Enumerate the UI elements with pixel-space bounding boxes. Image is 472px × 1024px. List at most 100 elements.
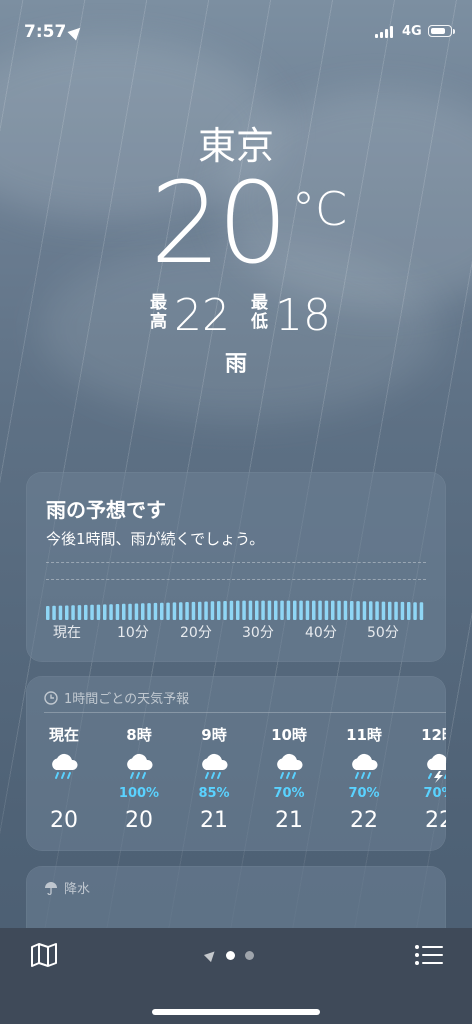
hour-label: 11時	[346, 726, 382, 744]
minute-precip-bar	[65, 605, 69, 620]
temperature-unit: °C	[292, 182, 348, 236]
minute-precip-bar	[103, 604, 107, 620]
thunderstorm-icon	[409, 750, 446, 786]
hourly-scroll[interactable]: 現在 20 8時 100% 20 9時 85% 21 10時 70% 21 11…	[26, 724, 446, 844]
minute-precip-bar	[394, 601, 398, 620]
minute-precip-bar	[324, 600, 329, 620]
minute-precip-bar	[229, 600, 234, 620]
hour-item: 9時 85% 21	[184, 724, 244, 833]
page-indicator[interactable]	[203, 947, 254, 963]
minute-precip-bar	[90, 604, 94, 620]
hourly-header: 1時間ごとの天気予報	[44, 688, 189, 707]
minute-precip-bar	[407, 602, 411, 620]
weather-condition: 雨	[224, 352, 247, 377]
chart-gridline	[46, 562, 426, 563]
minute-precip-bar	[134, 603, 139, 620]
hour-temp: 20	[125, 808, 153, 833]
minute-precip-bar	[179, 602, 183, 620]
hour-label: 12時	[421, 726, 446, 744]
tick-label: 40分	[305, 625, 337, 641]
minute-precip-bar	[350, 601, 354, 620]
hour-temp: 20	[50, 808, 78, 833]
minute-precip-bar	[191, 601, 196, 620]
precip-chance: 85%	[198, 786, 230, 801]
tick-label: 30分	[242, 625, 274, 641]
page-dot	[226, 950, 235, 960]
precipitation-header: 降水	[44, 878, 90, 897]
minute-precip-bar	[122, 603, 126, 620]
high-label: 最高	[150, 293, 167, 332]
minute-precip-bar	[280, 600, 284, 620]
hourly-header-label: 1時間ごとの天気予報	[64, 692, 190, 707]
minute-precip-bar	[223, 601, 227, 620]
minute-precip-bar	[312, 600, 316, 620]
hour-label: 9時	[201, 726, 227, 744]
low-temperature: 18	[275, 290, 331, 341]
rain-cloud-icon	[259, 750, 319, 786]
precip-chance: 70%	[273, 786, 305, 801]
precip-chance: 100%	[118, 786, 160, 801]
tick-label: 50分	[367, 625, 399, 641]
status-bar: 7:57 4G	[0, 0, 472, 64]
current-location-icon	[203, 947, 219, 963]
hour-item: 11時 70% 22	[334, 724, 394, 833]
high-temperature: 22	[174, 290, 230, 341]
hour-temp: 21	[275, 808, 303, 833]
status-time: 7:57	[24, 22, 67, 42]
minute-precip-bar	[204, 601, 208, 620]
hourly-forecast-card[interactable]: 1時間ごとの天気予報 現在 20 8時 100% 20 9時 85% 21 10…	[26, 676, 446, 851]
minute-precip-bar	[147, 603, 151, 620]
minute-precip-bar	[343, 600, 348, 620]
rain-cloud-icon	[334, 750, 394, 786]
minute-precip-bar	[274, 600, 278, 620]
location-arrow-icon	[67, 23, 85, 41]
minute-precip-bar	[160, 602, 164, 620]
minute-precip-bar	[198, 601, 202, 620]
minute-precip-bar	[77, 605, 82, 620]
minute-precip-bar	[400, 601, 405, 620]
map-icon[interactable]	[30, 942, 58, 968]
minute-precip-bar	[255, 600, 259, 620]
minute-precip-bar	[375, 601, 379, 620]
minute-precip-bar	[46, 606, 50, 620]
minute-precip-bar	[153, 602, 158, 620]
minute-precip-bar	[369, 601, 373, 620]
page-dot	[245, 950, 254, 960]
minute-precip-bar	[388, 601, 392, 620]
minute-precip-bar	[305, 600, 310, 620]
hour-item: 10時 70% 21	[259, 724, 319, 833]
minute-precip-bar	[242, 600, 246, 620]
minute-precip-bar	[299, 600, 303, 620]
minute-precip-bar	[71, 605, 75, 620]
rain-forecast-subtitle: 今後1時間、雨が続くでしょう。	[46, 530, 265, 548]
minute-precip-bar	[337, 600, 341, 620]
umbrella-icon	[45, 881, 57, 895]
minute-precip-bar	[96, 604, 101, 620]
hour-label: 8時	[126, 726, 152, 744]
minute-precip-bar	[236, 600, 240, 620]
divider	[44, 712, 446, 713]
chart-ticks: 現在 10分 20分 30分 40分 50分	[26, 622, 446, 642]
minute-precip-bar	[413, 602, 417, 620]
minute-precip-bar	[381, 601, 386, 620]
tick-label: 20分	[180, 625, 212, 641]
minute-precip-bar	[286, 600, 291, 620]
hour-item: 8時 100% 20	[109, 724, 169, 833]
home-indicator	[152, 1009, 320, 1015]
minute-precip-chart	[46, 600, 424, 620]
tick-label: 現在	[53, 625, 81, 641]
minute-precip-bar	[185, 602, 189, 620]
hour-label: 現在	[48, 726, 79, 744]
minute-precip-bar	[128, 603, 132, 620]
minute-precip-bar	[318, 600, 322, 620]
cellular-signal-icon	[375, 26, 397, 38]
hour-temp: 22	[350, 808, 378, 833]
precip-chance	[34, 786, 94, 802]
rain-cloud-icon	[184, 750, 244, 786]
rain-forecast-title: 雨の予想です	[46, 498, 166, 522]
rain-forecast-card[interactable]: 雨の予想です 今後1時間、雨が続くでしょう。 現在 10分 20分 30分 40…	[26, 472, 446, 662]
hour-temp: 22	[425, 808, 446, 833]
minute-precip-bar	[217, 601, 221, 620]
high-low: 最高 22 最低 18	[0, 290, 472, 341]
list-icon[interactable]	[414, 944, 444, 966]
